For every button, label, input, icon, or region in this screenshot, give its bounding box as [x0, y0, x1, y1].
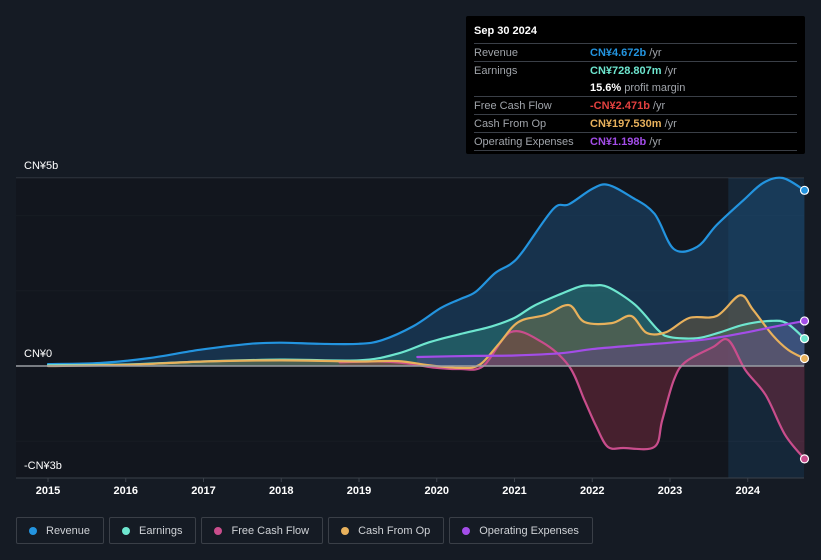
end-point-free-cash-flow [799, 454, 810, 464]
y-tick-label-bottom: -CN¥3b [24, 460, 62, 472]
tooltip-label: Free Cash Flow [474, 99, 552, 112]
legend-item-revenue[interactable]: Revenue [16, 517, 105, 544]
legend-item-operating-expenses[interactable]: Operating Expenses [449, 517, 593, 544]
tooltip-row-opex: Operating Expenses CN¥1.198b /yr [474, 133, 797, 151]
legend-dot-icon [462, 526, 471, 535]
legend-dot-icon [341, 526, 350, 535]
legend-label: Operating Expenses [479, 524, 579, 537]
legend-label: Earnings [139, 524, 183, 537]
legend-dot-icon [29, 526, 37, 535]
legend-dot-icon [214, 526, 223, 535]
profit-margin-label: profit margin [624, 81, 686, 94]
end-point-revenue [799, 185, 810, 195]
x-tick-label: 2023 [657, 485, 683, 497]
legend-item-cash-from-op[interactable]: Cash From Op [328, 517, 445, 544]
tooltip-row-revenue: Revenue CN¥4.672b /yr [474, 44, 797, 62]
x-tick-label: 2021 [502, 485, 527, 497]
y-tick-label-zero: CN¥0 [24, 348, 53, 360]
legend-item-earnings[interactable]: Earnings [109, 517, 197, 544]
tooltip-unit: /yr [664, 117, 677, 130]
end-point-earnings [799, 333, 810, 344]
legend-label: Cash From Op [358, 524, 431, 537]
tooltip: Sep 30 2024 Revenue CN¥4.672b /yr Earnin… [466, 16, 805, 154]
tooltip-value: -CN¥2.471b [590, 99, 650, 112]
tooltip-row-fcf: Free Cash Flow -CN¥2.471b /yr [474, 97, 797, 115]
tooltip-value: CN¥1.198b [590, 135, 647, 148]
legend-label: Free Cash Flow [231, 524, 310, 537]
tooltip-unit: /yr [652, 99, 666, 112]
x-tick-label: 2022 [580, 485, 605, 497]
tooltip-unit: /yr [649, 46, 662, 59]
tooltip-value: CN¥197.530m [590, 117, 662, 130]
tooltip-label: Cash From Op [474, 117, 547, 130]
x-tick-label: 2016 [113, 485, 138, 497]
tooltip-label: Operating Expenses [474, 135, 574, 148]
legend: Revenue Earnings Free Cash Flow Cash Fro… [16, 517, 593, 544]
x-tick-label: 2018 [269, 485, 294, 497]
legend-item-free-cash-flow[interactable]: Free Cash Flow [201, 517, 324, 544]
y-tick-label-top: CN¥5b [24, 160, 59, 172]
x-tick-label: 2024 [735, 485, 760, 497]
tooltip-unit: /yr [649, 135, 662, 148]
tooltip-value: CN¥728.807m [590, 64, 662, 77]
x-tick-label: 2019 [346, 485, 372, 497]
end-point-operating-expenses [799, 316, 810, 326]
x-tick-label: 2020 [424, 485, 449, 497]
tooltip-row-cfo: Cash From Op CN¥197.530m /yr [474, 115, 797, 133]
legend-dot-icon [122, 526, 131, 535]
profit-margin-value: 15.6% [590, 81, 622, 94]
tooltip-value: CN¥4.672b [590, 46, 647, 59]
legend-label: Revenue [46, 524, 91, 537]
x-tick-label: 2015 [35, 485, 61, 497]
tooltip-row-profit-margin: 15.6% profit margin [474, 79, 797, 97]
tooltip-row-earnings: Earnings CN¥728.807m /yr [474, 62, 797, 79]
tooltip-unit: /yr [664, 64, 677, 77]
tooltip-date: Sep 30 2024 [474, 25, 797, 44]
tooltip-label: Earnings [474, 64, 518, 77]
end-point-cash-from-op [799, 353, 810, 364]
tooltip-label: Revenue [474, 46, 519, 59]
x-tick-label: 2017 [191, 485, 216, 497]
